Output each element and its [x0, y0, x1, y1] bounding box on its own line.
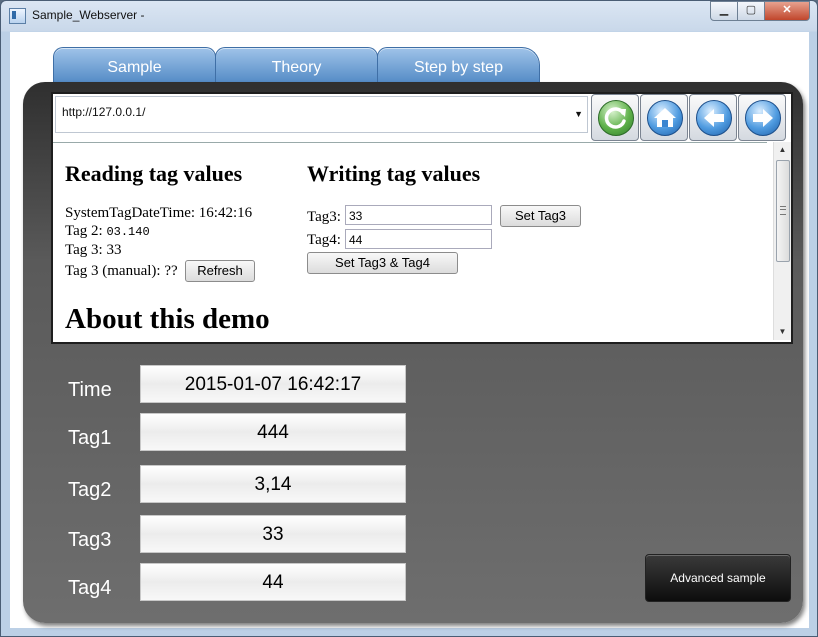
refresh-button[interactable] [591, 94, 639, 141]
title-bar[interactable]: Sample_Webserver - ▁ ▢ ✕ [1, 1, 817, 31]
grip-icon [780, 206, 786, 215]
home-icon [647, 100, 683, 136]
chevron-down-icon[interactable]: ▼ [574, 109, 583, 119]
refresh-icon [598, 100, 634, 136]
set-tag3-tag4-button[interactable]: Set Tag3 & Tag4 [307, 252, 458, 274]
app-window: Sample_Webserver - ▁ ▢ ✕ Sample Theory S… [0, 0, 818, 637]
close-icon[interactable]: ✕ [764, 1, 810, 21]
tag2-label: Tag 2: [65, 223, 107, 239]
time-field: 2015-01-07 16:42:17 [140, 365, 406, 403]
client-area: Sample Theory Step by step http://127.0.… [10, 32, 809, 628]
tab-step-by-step[interactable]: Step by step [377, 47, 540, 86]
tab-sample[interactable]: Sample [53, 47, 216, 86]
tag4-label: Tag4 [68, 577, 112, 599]
scroll-thumb[interactable] [776, 160, 790, 262]
minimize-icon[interactable]: ▁ [710, 1, 738, 21]
system-time-line: SystemTagDateTime: 16:42:16 [65, 205, 253, 221]
advanced-sample-button[interactable]: Advanced sample [645, 554, 791, 602]
tag4-field: 44 [140, 563, 406, 601]
tag4-input-label: Tag4: [307, 232, 341, 248]
reading-heading: Reading tag values [65, 161, 243, 186]
tag2-value: 03.140 [106, 225, 150, 239]
vertical-scrollbar[interactable]: ▲ ▼ [773, 142, 791, 340]
back-arrow-icon [696, 100, 732, 136]
tag1-field: 444 [140, 413, 406, 451]
scroll-up-icon[interactable]: ▲ [774, 142, 791, 158]
tab-theory[interactable]: Theory [215, 47, 378, 86]
tag3-field: 33 [140, 515, 406, 553]
tag3-label: Tag3 [68, 529, 112, 551]
scroll-down-icon[interactable]: ▼ [774, 324, 791, 340]
web-browser: http://127.0.0.1/ ▼ Reading tag values W… [51, 92, 793, 344]
window-title: Sample_Webserver - [32, 8, 145, 22]
web-page: Reading tag values Writing tag values Sy… [53, 142, 767, 341]
tag2-field: 3,14 [140, 465, 406, 503]
writing-heading: Writing tag values [307, 161, 481, 186]
back-button[interactable] [689, 94, 737, 141]
refresh-tag-button[interactable]: Refresh [185, 260, 255, 282]
url-combobox[interactable]: http://127.0.0.1/ ▼ [55, 96, 588, 133]
tag1-label: Tag1 [68, 427, 112, 449]
home-button[interactable] [640, 94, 688, 141]
forward-button[interactable] [738, 94, 786, 141]
time-label: Time [68, 379, 112, 401]
app-icon [9, 8, 26, 24]
tag2-line: Tag 2: 03.140 [65, 223, 150, 240]
tag3-manual-line: Tag 3 (manual): ?? [65, 263, 178, 279]
tag3-input[interactable]: 33 [345, 205, 492, 225]
about-heading: About this demo [65, 303, 270, 335]
tag3-line: Tag 3: 33 [65, 242, 122, 258]
url-text: http://127.0.0.1/ [62, 105, 146, 119]
maximize-icon[interactable]: ▢ [737, 1, 765, 21]
set-tag3-button[interactable]: Set Tag3 [500, 205, 581, 227]
tag2-label: Tag2 [68, 479, 112, 501]
tag3-input-label: Tag3: [307, 209, 341, 225]
forward-arrow-icon [745, 100, 781, 136]
tag4-input[interactable]: 44 [345, 229, 492, 249]
